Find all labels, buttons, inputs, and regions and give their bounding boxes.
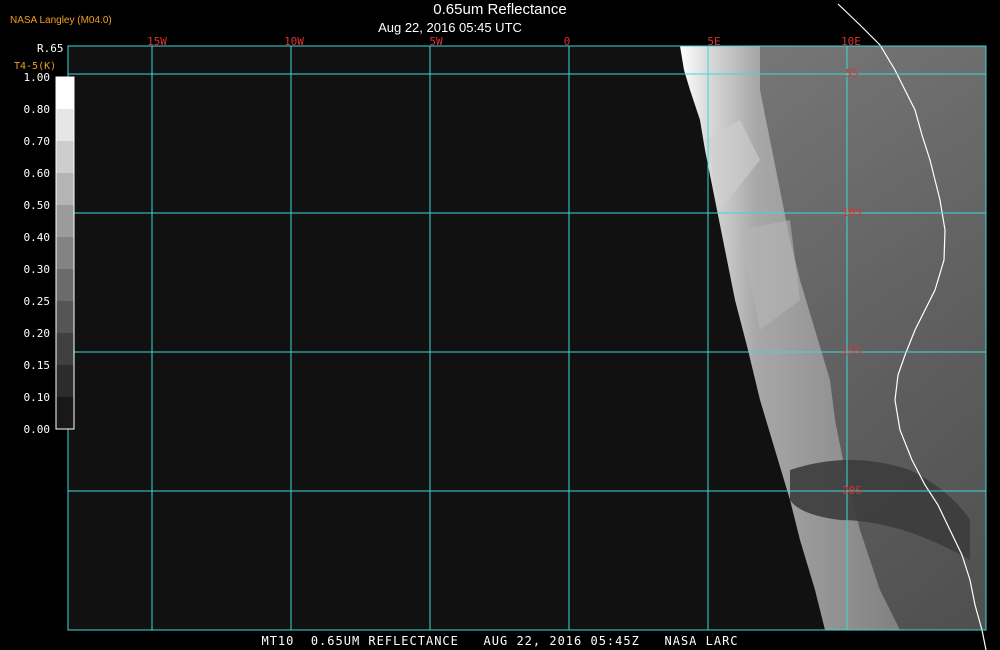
page-title: 0.65um Reflectance xyxy=(433,1,567,18)
colorbar-tick: 0.40 xyxy=(24,231,51,244)
lon-label: 15W xyxy=(147,35,167,48)
satellite-map: 15W 10W 5W 0 5E 10E 5S 10S 15S 20S 1.00 … xyxy=(24,3,987,650)
colorbar-tick: 1.00 xyxy=(24,71,51,84)
legend-sublabel: T4-5(K) xyxy=(14,61,57,72)
footer-caption: MT10 0.65UM REFLECTANCE AUG 22, 2016 05:… xyxy=(261,634,739,648)
lon-label: 5W xyxy=(429,35,443,48)
lat-label: 15S xyxy=(842,345,862,358)
lon-label: 10E xyxy=(841,35,861,48)
colorbar-tick: 0.60 xyxy=(24,167,51,180)
colorbar-tick: 0.00 xyxy=(24,423,51,436)
colorbar-tick: 0.25 xyxy=(24,295,51,308)
timestamp-subtitle: Aug 22, 2016 05:45 UTC xyxy=(378,20,522,35)
colorbar-tick: 0.10 xyxy=(24,391,51,404)
colorbar-tick: 0.80 xyxy=(24,103,51,116)
colorbar xyxy=(55,76,75,430)
colorbar-ticks: 1.00 0.80 0.70 0.60 0.50 0.40 0.30 0.25 … xyxy=(24,71,51,436)
lat-label: 20S xyxy=(842,484,862,497)
colorbar-tick: 0.50 xyxy=(24,199,51,212)
lat-label: 5S xyxy=(845,67,858,80)
colorbar-tick: 0.15 xyxy=(24,359,51,372)
legend-label: R.65 xyxy=(37,42,64,55)
colorbar-tick: 0.70 xyxy=(24,135,51,148)
lon-label: 5E xyxy=(707,35,720,48)
colorbar-tick: 0.20 xyxy=(24,327,51,340)
lon-label: 10W xyxy=(284,35,304,48)
lat-label: 10S xyxy=(842,206,862,219)
colorbar-tick: 0.30 xyxy=(24,263,51,276)
lon-label: 0 xyxy=(564,35,571,48)
